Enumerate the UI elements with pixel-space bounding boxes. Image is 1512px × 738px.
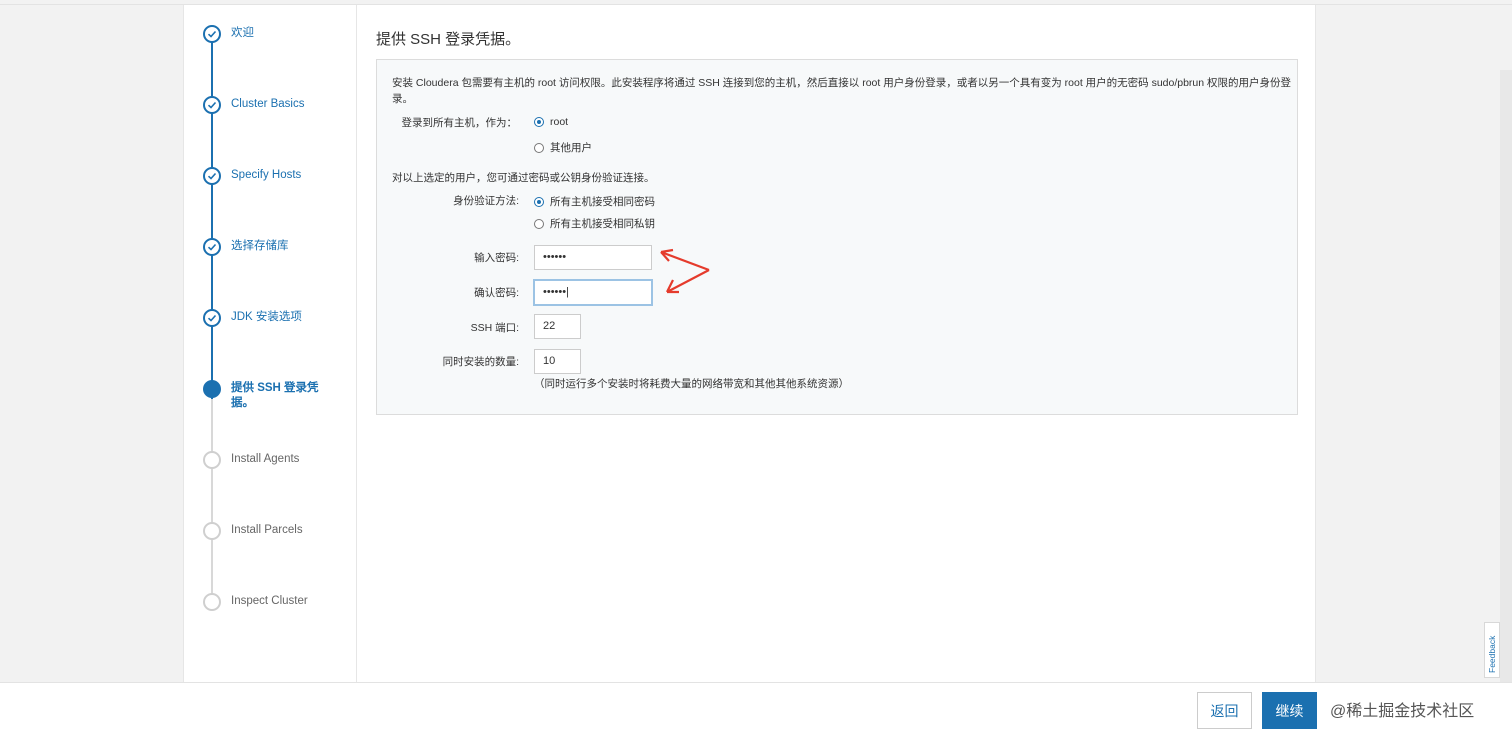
step-label: Install Agents: [231, 453, 300, 465]
active-step-icon: [203, 380, 221, 398]
check-icon: [203, 309, 221, 327]
concurrent-installs-label: 同时安装的数量:: [442, 356, 519, 368]
watermark: @稀土掘金技术社区: [1330, 703, 1475, 720]
password-input[interactable]: ••••••: [534, 245, 652, 270]
step-label: Cluster Basics: [231, 98, 305, 110]
concurrent-installs-input[interactable]: 10: [534, 349, 581, 374]
check-icon: [203, 96, 221, 114]
continue-button[interactable]: 继续: [1262, 692, 1317, 729]
concurrent-installs-note: （同时运行多个安装时将耗费大量的网络带宽和其他其他系统资源）: [534, 378, 849, 390]
wizard-footer: 返回 继续 @稀土掘金技术社区: [0, 682, 1512, 738]
step-label: 提供 SSH 登录凭据。: [231, 382, 319, 409]
step-label: 欢迎: [231, 27, 254, 39]
ssh-port-label: SSH 端口:: [470, 322, 519, 334]
wizard-page: 欢迎 Cluster Basics Specify Hosts 选择存储库 JD…: [183, 5, 1316, 682]
back-button[interactable]: 返回: [1197, 692, 1252, 729]
step-label: Inspect Cluster: [231, 595, 308, 607]
radio-same-password[interactable]: 所有主机接受相同密码: [534, 194, 655, 209]
check-icon: [203, 238, 221, 256]
feedback-tab[interactable]: Feedback: [1484, 622, 1500, 678]
step-pending-line: [211, 399, 213, 609]
ssh-port-input[interactable]: 22: [534, 314, 581, 339]
radio-selected-icon: [534, 117, 544, 127]
radio-unselected-icon: [534, 218, 544, 229]
pending-step-icon: [203, 451, 221, 469]
intro-text: 安装 Cloudera 包需要有主机的 root 访问权限。此安装程序将通过 S…: [392, 77, 1292, 105]
auth-note: 对以上选定的用户，您可通过密码或公钥身份验证连接。: [392, 172, 655, 184]
pending-step-icon: [203, 522, 221, 540]
step-progress-line: [211, 39, 213, 399]
step-label: JDK 安装选项: [231, 311, 302, 323]
confirm-password-label: 确认密码:: [474, 287, 519, 299]
wizard-steps-sidebar: 欢迎 Cluster Basics Specify Hosts 选择存储库 JD…: [184, 5, 357, 682]
radio-label: 其他用户: [550, 142, 592, 154]
vertical-scrollbar[interactable]: [1500, 70, 1512, 720]
password-label: 输入密码:: [474, 252, 519, 264]
radio-label: 所有主机接受相同私钥: [550, 218, 655, 230]
auth-method-label: 身份验证方法:: [453, 195, 519, 207]
confirm-password-input[interactable]: ••••••|: [533, 279, 653, 306]
step-label: Specify Hosts: [231, 169, 302, 181]
radio-label: root: [550, 116, 569, 128]
login-as-label: 登录到所有主机，作为：: [401, 117, 518, 129]
radio-same-private-key[interactable]: 所有主机接受相同私钥: [534, 216, 655, 231]
annotation-arrows-icon: [660, 248, 710, 294]
step-label: Install Parcels: [231, 524, 303, 536]
step-label: 选择存储库: [231, 240, 289, 252]
radio-other-user[interactable]: 其他用户: [534, 140, 592, 155]
feedback-label: Feedback: [1487, 635, 1497, 673]
radio-selected-icon: [534, 196, 544, 207]
page-title: 提供 SSH 登录凭据。: [376, 31, 521, 48]
radio-unselected-icon: [534, 142, 544, 153]
pending-step-icon: [203, 593, 221, 611]
radio-root[interactable]: root: [534, 116, 568, 128]
ssh-credentials-panel: 安装 Cloudera 包需要有主机的 root 访问权限。此安装程序将通过 S…: [376, 59, 1298, 415]
radio-label: 所有主机接受相同密码: [550, 196, 655, 208]
check-icon: [203, 25, 221, 43]
check-icon: [203, 167, 221, 185]
